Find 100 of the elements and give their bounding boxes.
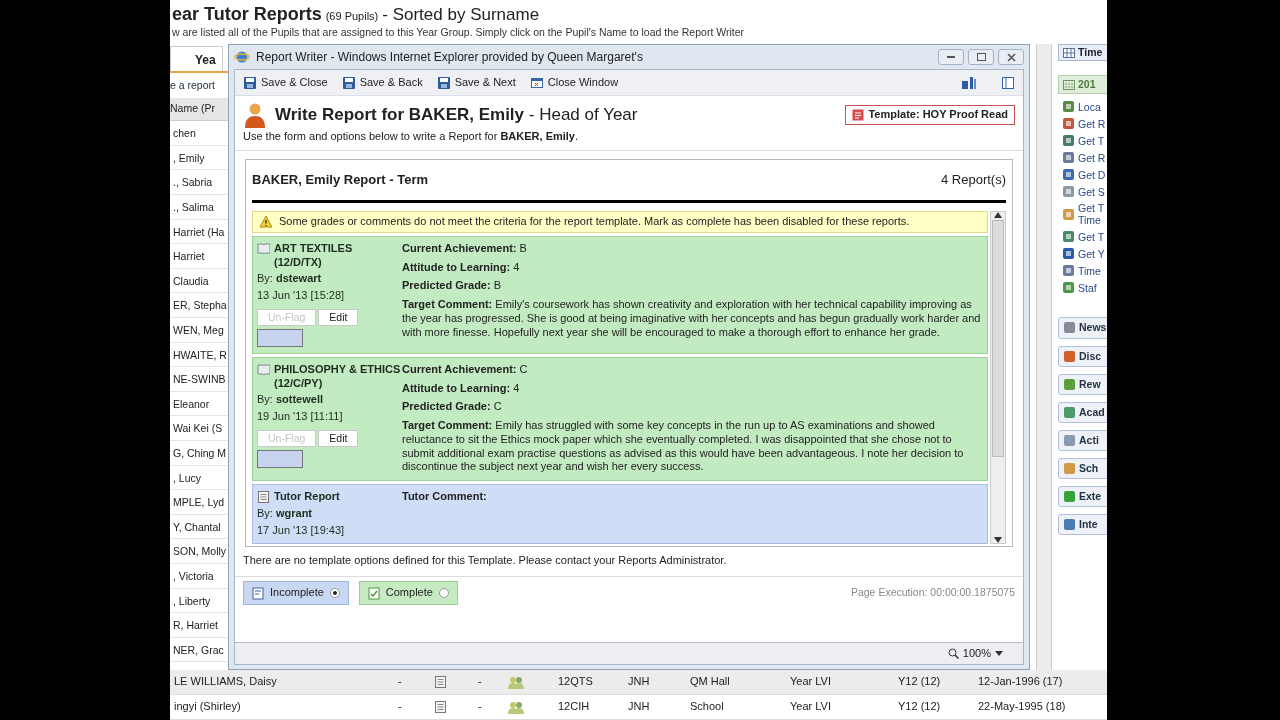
zoom-level: 100% [962, 646, 991, 661]
table-cell-text: Year LVI [790, 700, 832, 714]
panel-title: BAKER, Emily Report - Term [252, 171, 428, 188]
tool-icon [1062, 264, 1075, 278]
radio-button[interactable] [438, 588, 449, 598]
close-icon [1006, 52, 1016, 62]
down-arrow-icon [994, 537, 1002, 544]
sidebar-link[interactable]: Get T Time [1062, 202, 1107, 227]
field-text: Target Comment: Emily has struggled with some key concepts in the run up to AS examinations and showed reluctance to sit the Ethics mock paper which she eventually completed. I was disappointed that she chose not to submit additional exam practise questions as advised as this would have been advantageous. I note her decision to discontinue the subject next year and wish her every success. [402, 419, 965, 475]
toolbar-button[interactable]: Save & Close [243, 75, 328, 90]
section-icon [1063, 433, 1076, 447]
sidebar-link[interactable]: Get R [1062, 151, 1107, 165]
maximize-button[interactable] [968, 49, 994, 65]
pupil-name[interactable]: ingyi (Shirley) [170, 700, 398, 714]
calendar-item[interactable]: 201 [1058, 75, 1107, 95]
sidebar-link[interactable]: Loca [1062, 100, 1107, 114]
section-icon [1063, 518, 1076, 532]
flag-swatch[interactable] [257, 450, 303, 468]
instructions-text: w are listed all of the Pupils that are assigned to this Year Group. Simply click on the Pupil's Name to load the Report Writer [172, 25, 745, 39]
table-cell-text: QM Hall [690, 675, 731, 689]
sidebar-link[interactable]: Get Y [1062, 247, 1107, 261]
panel-icon [1001, 75, 1015, 90]
tool-icon [1062, 117, 1075, 131]
sidebar-section[interactable]: Acti [1058, 429, 1107, 451]
entry-date: 17 Jun '13 [19:43] [257, 523, 346, 538]
sidebar-section[interactable]: Inte [1058, 514, 1107, 536]
entry-title: PHILOSOPHY & ETHICS (12/C/PY) [274, 362, 402, 391]
edit-button[interactable]: Edit [318, 429, 359, 447]
toolbar-button[interactable]: Save & Next [436, 75, 516, 90]
warning-text: Some grades or comments do not meet the criteria for the report template. Mark as complete has been disabled for these reports. [279, 215, 910, 229]
status-option[interactable]: Complete [358, 581, 458, 605]
sidebar-header[interactable]: Time [1058, 44, 1107, 62]
edit-button[interactable]: Edit [318, 308, 359, 326]
field-text: Attitude to Learning: 4 [402, 381, 521, 396]
sidebar-link[interactable]: Staf [1062, 281, 1107, 295]
sidebar-section[interactable]: Exte [1058, 486, 1107, 508]
sidebar-link[interactable]: Get S [1062, 185, 1107, 199]
zoom-icon [947, 648, 959, 659]
sidebar-link[interactable]: Time [1062, 264, 1107, 278]
scrollbar[interactable] [990, 211, 1006, 545]
sidebar-section[interactable]: Disc [1058, 345, 1107, 367]
pupil-name[interactable]: LE WILLIAMS, Daisy [170, 675, 398, 689]
tool-icon [1062, 134, 1075, 148]
table-cell-text: 12QTS [558, 675, 594, 689]
close-button[interactable] [998, 49, 1024, 65]
table-row[interactable]: LE WILLIAMS, Daisy - - 12QTS JNH QM Hall Year LVI Y12 (12) 12-Jan-1996 (17) [170, 670, 1107, 695]
author-text: By: sottewell [257, 393, 325, 408]
field-text: Predicted Grade: B [402, 279, 503, 293]
table-cell-text: 12CIH [558, 700, 591, 714]
sidebar-link[interactable]: Get T [1062, 230, 1107, 244]
tool-icon [1062, 185, 1075, 199]
section-icon [1063, 377, 1076, 391]
table-cell-text: JNH [628, 700, 651, 714]
tool-icon [1062, 151, 1075, 165]
flag-swatch[interactable] [257, 328, 303, 347]
entry-date: 13 Jun '13 [15:28] [257, 289, 346, 303]
report-count: 4 Report(s) [940, 171, 1006, 188]
section-icon [1063, 490, 1076, 504]
template-note: There are no template options defined for this Template. Please contact your Reports Administrator. [242, 553, 728, 569]
toolbar-button[interactable]: Close Window [529, 75, 619, 90]
tool-icon [1062, 247, 1075, 261]
sidebar-section[interactable]: News [1058, 317, 1107, 339]
sort-note: - Sorted by Surname [382, 4, 540, 26]
template-button[interactable]: Template: HOY Proof Read [845, 105, 1015, 125]
up-arrow-icon [994, 212, 1002, 218]
table-cell-text: JNH [628, 675, 651, 689]
page-title: ear Tutor Reports [172, 3, 322, 26]
pupil-count: (69 Pupils) [325, 10, 379, 24]
entry-date: 19 Jun '13 [11:11] [257, 410, 344, 424]
status-option[interactable]: Incomplete [243, 581, 349, 605]
minimize-button[interactable] [938, 49, 964, 65]
sidebar-link[interactable]: Get D [1062, 168, 1107, 182]
book-icon [257, 241, 270, 255]
table-cell-text: - [478, 675, 483, 689]
maximize-icon [976, 53, 986, 61]
sidebar-section[interactable]: Sch [1058, 458, 1107, 480]
sidebar-section[interactable]: Acad [1058, 401, 1107, 423]
toolbar-button[interactable]: Save & Back [341, 75, 423, 90]
document-icon [257, 490, 270, 504]
caret-icon [995, 651, 1003, 656]
calendar-icon [1063, 79, 1075, 90]
table-cell-text: 22-May-1995 (18) [978, 700, 1067, 714]
section-icon [1063, 405, 1076, 419]
pencil-document-icon [252, 586, 264, 600]
table-cell-text: - [398, 700, 403, 714]
table-cell-text: Y12 (12) [898, 700, 942, 714]
column-header: Name (Pr [170, 98, 228, 122]
sidebar-link[interactable]: Get R [1062, 117, 1107, 131]
document-icon [434, 675, 448, 689]
table-row[interactable]: ingyi (Shirley) - - 12CIH JNH School Year LVI Y12 (12) 22-May-1995 (18) [170, 695, 1107, 720]
sidebar-section[interactable]: Rew [1058, 373, 1107, 395]
table-cell-text: Year LVI [790, 675, 832, 689]
sidebar-link[interactable]: Get T [1062, 134, 1107, 148]
year-tab[interactable]: Yea [170, 46, 223, 71]
scroll-thumb[interactable] [992, 220, 1004, 458]
radio-button[interactable] [329, 588, 340, 598]
tool-icon [1062, 230, 1075, 244]
section-icon [1063, 321, 1076, 335]
window-title: Report Writer - Windows Internet Explorer provided by Queen Margaret's [256, 49, 643, 65]
field-text: Current Achievement: B [402, 241, 528, 256]
